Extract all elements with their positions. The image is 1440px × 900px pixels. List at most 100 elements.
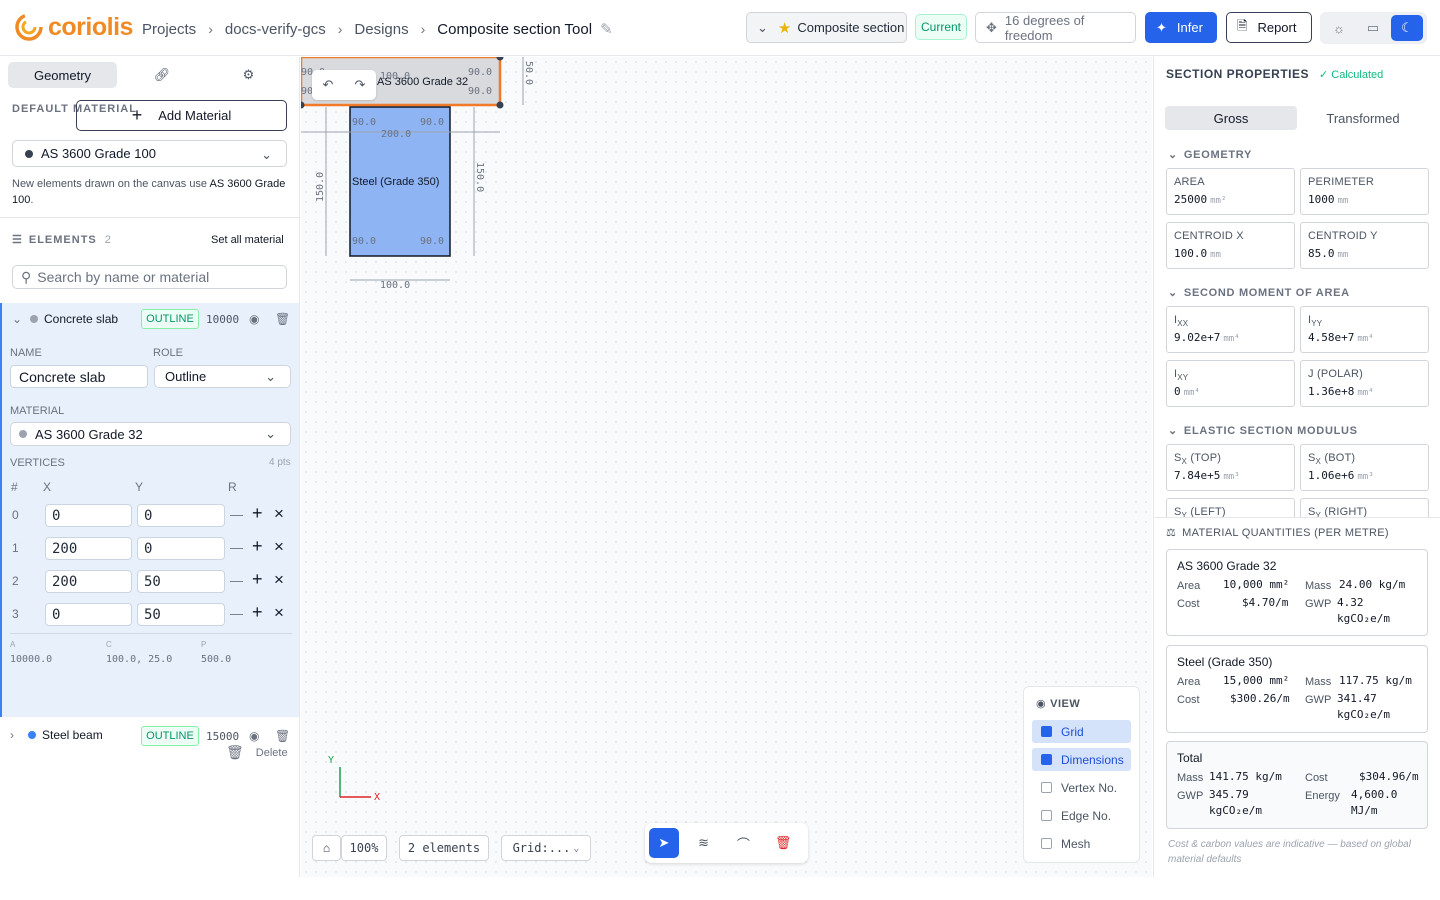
checkbox[interactable] bbox=[1041, 810, 1052, 821]
logo[interactable]: coriolis bbox=[14, 12, 133, 42]
report-button[interactable]: 🗎 Report bbox=[1226, 12, 1312, 43]
breadcrumb-project[interactable]: docs-verify-gcs bbox=[225, 21, 326, 38]
second-moment-section-header[interactable]: ⌄ SECOND MOMENT OF AREA bbox=[1168, 286, 1350, 299]
drawing-canvas[interactable]: AS 3600 Grade 32 90.0 90.0 90.0 90.0 100… bbox=[301, 57, 1152, 877]
area-label: Area bbox=[1177, 580, 1201, 592]
grid-size-select[interactable]: Grid:... ⌄ bbox=[501, 835, 591, 861]
section-type-dropdown[interactable]: ⌄ ★ Composite section bbox=[746, 12, 907, 43]
radius-empty[interactable]: — bbox=[230, 606, 243, 621]
tab-settings[interactable]: ⚙ bbox=[207, 62, 290, 88]
close-icon[interactable]: × bbox=[274, 537, 284, 557]
checkbox[interactable] bbox=[1041, 726, 1052, 737]
view-option-vertex-no[interactable]: Vertex No. bbox=[1032, 776, 1131, 799]
element-row-steel-beam[interactable]: › Steel beam bbox=[10, 725, 103, 745]
elastic-modulus-scroll[interactable]: SX (TOP) 7.84e+5 mm³ SX (BOT) 1.06e+6 mm³ SY… bbox=[1154, 443, 1440, 517]
checkbox[interactable] bbox=[1041, 782, 1052, 793]
total-energy-unit: MJ/m bbox=[1351, 804, 1378, 817]
tab-transformed[interactable]: Transformed bbox=[1297, 106, 1429, 130]
vertices-count: 4 pts bbox=[269, 457, 291, 468]
plus-icon[interactable]: + bbox=[252, 503, 263, 524]
arc-tool-icon[interactable]: ⌒ bbox=[729, 828, 759, 858]
infer-button[interactable]: ✦ Infer bbox=[1145, 12, 1217, 43]
add-material-button[interactable]: + Add Material bbox=[76, 100, 287, 131]
eye-icon[interactable]: ◉ bbox=[249, 729, 259, 743]
checkbox[interactable] bbox=[1041, 838, 1052, 849]
checkbox[interactable] bbox=[1041, 754, 1052, 765]
polyline-tool-icon[interactable]: ≋ bbox=[689, 828, 719, 858]
vertex-handle[interactable] bbox=[496, 101, 504, 109]
element-row-concrete-slab[interactable]: ⌄ Concrete slab bbox=[12, 309, 118, 329]
breadcrumb-designs[interactable]: Designs bbox=[354, 21, 408, 38]
radius-empty[interactable]: — bbox=[230, 540, 243, 555]
element-name-field[interactable]: Concrete slab bbox=[10, 365, 148, 388]
eye-icon: ◉ bbox=[1036, 698, 1047, 710]
dof-button[interactable]: ✥ 16 degrees of freedom bbox=[975, 12, 1136, 43]
default-material-select[interactable]: AS 3600 Grade 100 ⌄ bbox=[12, 140, 287, 167]
delete-tool-icon[interactable]: 🗑︎ bbox=[768, 828, 798, 858]
plus-icon[interactable]: + bbox=[252, 569, 263, 590]
radius-empty[interactable]: — bbox=[230, 573, 243, 588]
elastic-modulus-section-header[interactable]: ⌄ ELASTIC SECTION MODULUS bbox=[1168, 424, 1358, 437]
plus-icon[interactable]: + bbox=[252, 602, 263, 623]
role-badge: OUTLINE bbox=[141, 309, 199, 329]
view-option-edge-no[interactable]: Edge No. bbox=[1032, 804, 1131, 827]
element-search-input[interactable]: ⚲ Search by name or material bbox=[12, 265, 287, 289]
redo-icon[interactable]: ↷ bbox=[355, 77, 366, 93]
vertices-label: VERTICES bbox=[10, 457, 65, 469]
vertex-x-input[interactable]: 200 bbox=[45, 570, 132, 593]
sun-icon[interactable]: ☼ bbox=[1323, 15, 1355, 41]
tab-gross[interactable]: Gross bbox=[1165, 106, 1297, 130]
view-option-dimensions[interactable]: Dimensions bbox=[1032, 748, 1131, 771]
monitor-icon[interactable]: ▭ bbox=[1357, 15, 1389, 41]
home-button[interactable]: ⌂ bbox=[312, 835, 341, 861]
close-icon[interactable]: × bbox=[274, 504, 284, 524]
view-option-mesh[interactable]: Mesh bbox=[1032, 832, 1131, 855]
radius-empty[interactable]: — bbox=[230, 507, 243, 522]
close-icon[interactable]: × bbox=[274, 570, 284, 590]
view-title: ◉ VIEW bbox=[1036, 698, 1081, 710]
tab-geometry[interactable]: Geometry bbox=[8, 62, 117, 88]
geometry-section-header[interactable]: ⌄ GEOMETRY bbox=[1168, 148, 1252, 161]
add-material-label: Add Material bbox=[158, 108, 232, 123]
vertex-x-input[interactable]: 0 bbox=[45, 504, 132, 527]
col-index: # bbox=[11, 480, 18, 494]
zoom-level[interactable]: 100% bbox=[341, 835, 387, 861]
vertex-y-input[interactable]: 0 bbox=[137, 504, 225, 527]
magic-wand-icon: ✦ bbox=[1156, 19, 1167, 35]
view-option-grid[interactable]: Grid bbox=[1032, 720, 1131, 743]
select-tool-icon[interactable]: ➤ bbox=[649, 828, 679, 858]
delete-element-button[interactable]: 🗑︎ Delete bbox=[226, 744, 288, 761]
view-panel: ◉ VIEW Grid Dimensions Vertex No. Edge No… bbox=[1023, 686, 1140, 863]
role-label: ROLE bbox=[153, 347, 183, 359]
prop-area: AREA 25000 mm² bbox=[1166, 168, 1295, 215]
breadcrumb: Projects › docs-verify-gcs › Designs › Comp… bbox=[142, 20, 613, 39]
vertex-y-input[interactable]: 50 bbox=[137, 603, 225, 626]
material-name: AS 3600 Grade 32 bbox=[1177, 559, 1277, 573]
element-material-select[interactable]: AS 3600 Grade 32 ⌄ bbox=[10, 422, 291, 446]
vertex-x-input[interactable]: 200 bbox=[45, 537, 132, 560]
undo-icon[interactable]: ↶ bbox=[323, 77, 334, 93]
material-mass: 24.00 kg/m bbox=[1339, 578, 1406, 591]
role-select[interactable]: Outline ⌄ bbox=[154, 365, 291, 388]
material-dot bbox=[30, 315, 38, 323]
material-dot bbox=[25, 149, 33, 158]
vertex-y-input[interactable]: 0 bbox=[137, 537, 225, 560]
breadcrumb-projects[interactable]: Projects bbox=[142, 21, 196, 38]
theme-switcher: ☼ ▭ ☾ bbox=[1320, 12, 1427, 44]
vertex-x-input[interactable]: 0 bbox=[45, 603, 132, 626]
tab-links[interactable]: 🔗︎ bbox=[117, 62, 207, 88]
trash-icon[interactable]: 🗑︎ bbox=[275, 312, 290, 326]
close-icon[interactable]: × bbox=[274, 603, 284, 623]
moon-icon[interactable]: ☾ bbox=[1391, 15, 1423, 41]
eye-icon[interactable]: ◉ bbox=[249, 312, 259, 326]
edit-pencil-icon[interactable]: ✎ bbox=[600, 20, 613, 38]
prop-j-polar: J (POLAR) 1.36e+8 mm⁴ bbox=[1300, 360, 1429, 407]
trash-icon[interactable]: 🗑︎ bbox=[275, 729, 290, 743]
set-all-material-button[interactable]: Set all material bbox=[211, 234, 284, 246]
vertex-y-input[interactable]: 50 bbox=[137, 570, 225, 593]
stat-p-value: 500.0 bbox=[201, 654, 232, 665]
undo-redo-group: ↶ ↷ bbox=[312, 70, 376, 100]
top-bar: coriolis Projects › docs-verify-gcs › Desi… bbox=[0, 0, 1440, 56]
plus-icon[interactable]: + bbox=[252, 536, 263, 557]
prop-centroid-x: CENTROID X 100.0 mm bbox=[1166, 222, 1295, 269]
